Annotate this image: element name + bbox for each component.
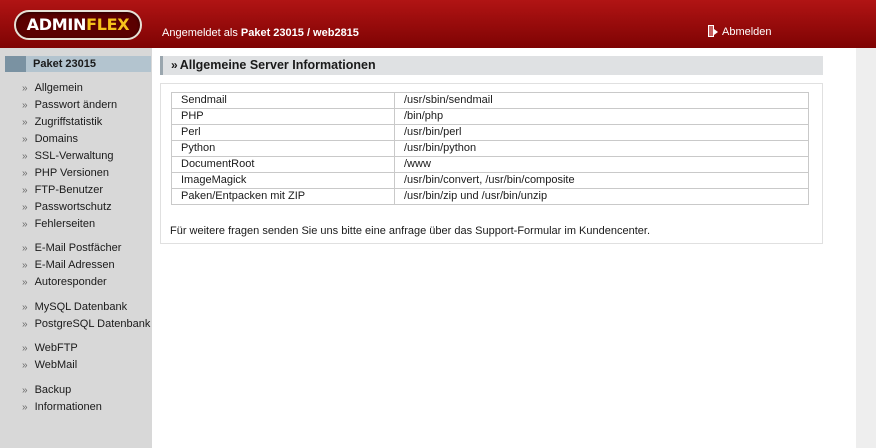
top-header: ADMINFLEX Angemeldet als Paket 23015 / w… [0,0,876,48]
nav-bullet-icon: » [22,219,28,230]
logout-icon [708,25,718,38]
row-key: Python [171,140,395,157]
sidebar-item-label[interactable]: PostgreSQL Datenbank [35,318,151,330]
login-user: Paket 23015 / web2815 [240,27,359,39]
sidebar-item[interactable]: » Fehlerseiten [22,218,95,230]
nav-bullet-icon: » [22,260,28,271]
sidebar-item-label[interactable]: Backup [35,384,72,396]
sidebar-item-label[interactable]: Passwort ändern [35,99,118,111]
sidebar-item-label[interactable]: E-Mail Adressen [35,259,115,271]
row-key: Sendmail [171,92,395,109]
sidebar-heading-marker [5,56,26,72]
sidebar-item[interactable]: » Allgemein [22,82,83,94]
table-row: Sendmail/usr/sbin/sendmail [171,92,809,109]
logo-text: ADMINFLEX [16,15,140,34]
title-raquo-icon: » [171,58,178,72]
row-key: PHP [171,108,395,125]
sidebar-item-label[interactable]: PHP Versionen [35,167,109,179]
nav-bullet-icon: » [22,243,28,254]
row-key: ImageMagick [171,172,395,189]
row-value: /bin/php [394,108,809,125]
sidebar-item[interactable]: » Zugriffstatistik [22,116,102,128]
nav-bullet-icon: » [22,168,28,179]
table-row: ImageMagick/usr/bin/convert, /usr/bin/co… [171,172,809,189]
sidebar-heading: Paket 23015 [5,56,151,72]
nav-bullet-icon: » [22,360,28,371]
sidebar-item-label[interactable]: SSL-Verwaltung [35,150,114,162]
login-prefix: Angemeldet als [162,27,238,39]
server-info-table: Sendmail/usr/sbin/sendmail PHP/bin/php Per… [171,92,809,205]
sidebar-item-label[interactable]: Zugriffstatistik [35,116,103,128]
main-content: » Allgemeine Server Informationen Sendmai… [152,48,856,448]
page-title: » Allgemeine Server Informationen [171,58,376,72]
section-title-bar: » Allgemeine Server Informationen [160,56,823,75]
row-value: /www [394,156,809,173]
sidebar-item[interactable]: » FTP-Benutzer [22,184,103,196]
logout-label[interactable]: Abmelden [722,26,772,38]
table-row: PHP/bin/php [171,108,809,125]
sidebar-item[interactable]: » Informationen [22,401,102,413]
sidebar-item[interactable]: » WebMail [22,359,77,371]
sidebar-item-label[interactable]: FTP-Benutzer [35,184,103,196]
row-key: Paken/Entpacken mit ZIP [171,188,395,205]
sidebar-item[interactable]: » Passwortschutz [22,201,112,213]
sidebar-item-label[interactable]: Fehlerseiten [35,218,96,230]
sidebar-item-label[interactable]: Informationen [35,401,102,413]
sidebar-item[interactable]: » Domains [22,133,78,145]
sidebar-item[interactable]: » MySQL Datenbank [22,301,127,313]
logout-link[interactable]: Abmelden [708,25,772,38]
adminflex-logo[interactable]: ADMINFLEX [14,10,142,40]
page-title-text: Allgemeine Server Informationen [179,58,376,72]
nav-bullet-icon: » [22,202,28,213]
nav-bullet-icon: » [22,185,28,196]
nav-bullet-icon: » [22,402,28,413]
sidebar-item-label[interactable]: WebFTP [35,342,78,354]
logo-text-admin: ADMIN [26,15,87,34]
row-value: /usr/bin/perl [394,124,809,141]
right-margin [856,48,876,448]
row-value: /usr/sbin/sendmail [394,92,809,109]
sidebar-item[interactable]: » E-Mail Adressen [22,259,115,271]
table-row: DocumentRoot/www [171,156,809,173]
sidebar-heading-label: Paket 23015 [33,58,96,70]
table-row: Python/usr/bin/python [171,140,809,157]
sidebar-item[interactable]: » SSL-Verwaltung [22,150,113,162]
table-row: Paken/Entpacken mit ZIP/usr/bin/zip und … [171,188,809,205]
sidebar-item[interactable]: » WebFTP [22,342,78,354]
sidebar-item[interactable]: » PostgreSQL Datenbank [22,318,150,330]
nav-bullet-icon: » [22,117,28,128]
sidebar-item-label[interactable]: Domains [35,133,78,145]
sidebar-item[interactable]: » Passwort ändern [22,99,117,111]
row-key: DocumentRoot [171,156,395,173]
sidebar-item-label[interactable]: Autoresponder [35,276,107,288]
row-key: Perl [171,124,395,141]
nav-bullet-icon: » [22,100,28,111]
sidebar-item-label[interactable]: Passwortschutz [35,201,112,213]
row-value: /usr/bin/zip und /usr/bin/unzip [394,188,809,205]
sidebar-item-label[interactable]: MySQL Datenbank [35,301,128,313]
nav-bullet-icon: » [22,319,28,330]
login-info: Angemeldet als Paket 23015 / web2815 [162,27,359,39]
sidebar-item[interactable]: » PHP Versionen [22,167,109,179]
nav-bullet-icon: » [22,134,28,145]
sidebar-item[interactable]: » Autoresponder [22,276,107,288]
sidebar-item-label[interactable]: Allgemein [35,82,83,94]
sidebar-item-label[interactable]: E-Mail Postfächer [35,242,122,254]
nav-bullet-icon: » [22,151,28,162]
table-row: Perl/usr/bin/perl [171,124,809,141]
logo-text-flex: FLEX [86,15,130,34]
sidebar-item[interactable]: » E-Mail Postfächer [22,242,121,254]
row-value: /usr/bin/convert, /usr/bin/composite [394,172,809,189]
nav-bullet-icon: » [22,83,28,94]
nav-bullet-icon: » [22,302,28,313]
sidebar: Paket 23015 » Allgemein » Passwort ändern » Z… [0,48,152,448]
nav-bullet-icon: » [22,343,28,354]
row-value: /usr/bin/python [394,140,809,157]
sidebar-item-label[interactable]: WebMail [35,359,78,371]
nav-bullet-icon: » [22,385,28,396]
sidebar-item[interactable]: » Backup [22,384,71,396]
title-accent [160,56,163,75]
nav-bullet-icon: » [22,277,28,288]
support-footnote: Für weitere fragen senden Sie uns bitte … [170,225,650,237]
